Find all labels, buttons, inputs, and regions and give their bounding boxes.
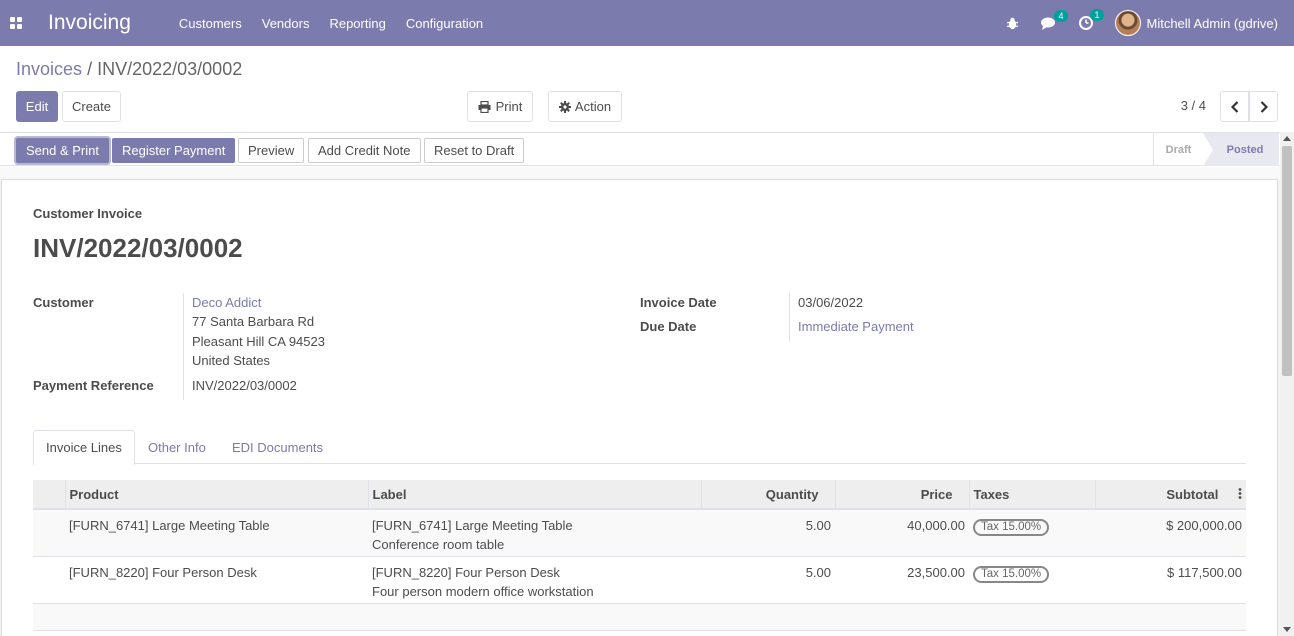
row-handle [33, 556, 65, 604]
payment-reference-label: Payment Reference [33, 378, 154, 393]
stage-posted-label: Posted [1226, 143, 1264, 156]
tab-edi-documents[interactable]: EDI Documents [220, 430, 335, 464]
row-product[interactable]: [FURN_6741] Large Meeting Table [65, 509, 368, 557]
customer-link[interactable]: Deco Addict [192, 295, 261, 310]
scroll-up-arrow-icon[interactable] [1283, 136, 1291, 141]
pager-previous-button[interactable] [1220, 91, 1249, 122]
row-label-line2: Conference room table [372, 537, 505, 552]
row-label[interactable]: [FURN_6741] Large Meeting Table Conferenc… [368, 509, 701, 557]
invoice-date-label: Invoice Date [640, 295, 717, 310]
breadcrumb-separator: / [87, 59, 93, 79]
empty-row-cell [33, 603, 1246, 631]
register-payment-button[interactable]: Register Payment [112, 138, 236, 163]
print-button[interactable]: Print [467, 91, 533, 122]
page-scrollbar[interactable] [1280, 132, 1294, 636]
row-taxes[interactable]: Tax 15.00% [969, 556, 1095, 604]
apps-menu-icon[interactable] [0, 0, 32, 46]
table-header-row: Product Label Quantity Price Taxes Subto… [33, 480, 1246, 510]
print-icon [478, 100, 491, 113]
gear-icon [558, 100, 571, 113]
header-quantity[interactable]: Quantity [700, 480, 835, 510]
user-avatar[interactable] [1114, 10, 1141, 36]
preview-button[interactable]: Preview [238, 138, 305, 163]
scroll-down-arrow-icon[interactable] [1283, 627, 1291, 632]
table-row[interactable]: [FURN_6741] Large Meeting Table [FURN_67… [33, 509, 1246, 557]
breadcrumb-invoices-link[interactable]: Invoices [16, 59, 82, 79]
reset-to-draft-button[interactable]: Reset to Draft [424, 138, 525, 163]
breadcrumb: Invoices / INV/2022/03/0002 [16, 59, 242, 80]
menu-configuration[interactable]: Configuration [406, 16, 483, 31]
activities-badge: 1 [1090, 9, 1104, 21]
action-label: Action [574, 99, 612, 114]
due-date-label: Due Date [640, 319, 697, 334]
due-date-value[interactable]: Immediate Payment [798, 319, 914, 334]
menu-vendors[interactable]: Vendors [262, 16, 310, 31]
activities-clock-icon[interactable]: 1 [1078, 9, 1104, 30]
row-product[interactable]: [FURN_8220] Four Person Desk [65, 556, 368, 604]
row-label[interactable]: [FURN_8220] Four Person Desk Four person … [368, 556, 701, 604]
breadcrumb-current: INV/2022/03/0002 [97, 59, 243, 79]
optional-columns-icon[interactable] [1238, 487, 1242, 499]
customer-label: Customer [33, 295, 94, 310]
menu-customers[interactable]: Customers [179, 16, 242, 31]
tab-other-info[interactable]: Other Info [136, 430, 218, 464]
handle-header [33, 480, 65, 510]
edit-button[interactable]: Edit [16, 91, 58, 122]
header-product[interactable]: Product [64, 480, 368, 510]
customer-address-line3: United States [192, 353, 271, 368]
app-name[interactable]: Invoicing [48, 11, 131, 35]
chevron-right-icon [1260, 100, 1268, 113]
pager-next-button[interactable] [1249, 91, 1278, 122]
notebook-tabs: Invoice Lines Other Info EDI Documents [33, 430, 1246, 465]
tax-tag: Tax 15.00% [973, 566, 1050, 583]
table-row-empty [33, 603, 1246, 631]
invoice-date-value[interactable]: 03/06/2022 [798, 295, 863, 310]
payment-reference-value[interactable]: INV/2022/03/0002 [192, 378, 297, 393]
row-quantity[interactable]: 5.00 [701, 556, 835, 604]
header-taxes[interactable]: Taxes [968, 480, 1095, 510]
messages-icon[interactable]: 4 [1040, 9, 1068, 30]
scrollbar-thumb[interactable] [1282, 146, 1292, 376]
row-subtotal: $ 117,500.00 [1095, 556, 1246, 604]
header-price[interactable]: Price [834, 480, 969, 510]
pager-value[interactable]: 3 / 4 [1181, 98, 1206, 113]
row-handle [33, 509, 65, 557]
invoice-number-title: INV/2022/03/0002 [33, 233, 243, 263]
top-navbar: Invoicing Customers Vendors Reporting Co… [0, 0, 1294, 46]
tax-tag: Tax 15.00% [973, 519, 1050, 536]
chevron-left-icon [1230, 100, 1238, 113]
table-row[interactable]: [FURN_8220] Four Person Desk [FURN_8220]… [33, 556, 1246, 604]
customer-address-line1: 77 Santa Barbara Rd [192, 314, 315, 329]
row-quantity[interactable]: 5.00 [701, 509, 835, 557]
action-button[interactable]: Action [548, 91, 622, 122]
header-subtotal-label: Subtotal [1166, 486, 1219, 502]
send-print-button[interactable]: Send & Print [16, 138, 109, 163]
field-separator [789, 293, 790, 342]
row-price[interactable]: 23,500.00 [835, 556, 969, 604]
row-label-line1: [FURN_8220] Four Person Desk [372, 565, 560, 580]
invoice-lines-table: Product Label Quantity Price Taxes Subto… [33, 480, 1246, 631]
messages-badge: 4 [1054, 9, 1068, 22]
row-subtotal: $ 200,000.00 [1095, 509, 1246, 557]
invoice-type-label: Customer Invoice [33, 206, 143, 221]
create-button[interactable]: Create [62, 91, 121, 122]
row-label-line2: Four person modern office workstation [372, 584, 594, 599]
add-credit-note-button[interactable]: Add Credit Note [308, 138, 421, 163]
row-price[interactable]: 40,000.00 [835, 509, 969, 557]
print-label: Print [495, 99, 523, 114]
menu-reporting[interactable]: Reporting [329, 16, 385, 31]
row-taxes[interactable]: Tax 15.00% [969, 509, 1095, 557]
stage-posted: Posted [1203, 133, 1279, 166]
header-subtotal[interactable]: Subtotal [1094, 480, 1246, 510]
form-statusbar: Send & Print Register Payment Preview Ad… [0, 132, 1294, 166]
customer-address-line2: Pleasant Hill CA 94523 [192, 334, 325, 349]
tab-invoice-lines[interactable]: Invoice Lines [33, 430, 135, 465]
stage-draft: Draft [1153, 133, 1203, 166]
header-label[interactable]: Label [367, 480, 701, 510]
row-label-line1: [FURN_6741] Large Meeting Table [372, 518, 573, 533]
debug-bug-icon[interactable] [1006, 17, 1019, 30]
user-menu[interactable]: Mitchell Admin (gdrive) [1147, 16, 1279, 31]
field-separator [183, 293, 184, 400]
